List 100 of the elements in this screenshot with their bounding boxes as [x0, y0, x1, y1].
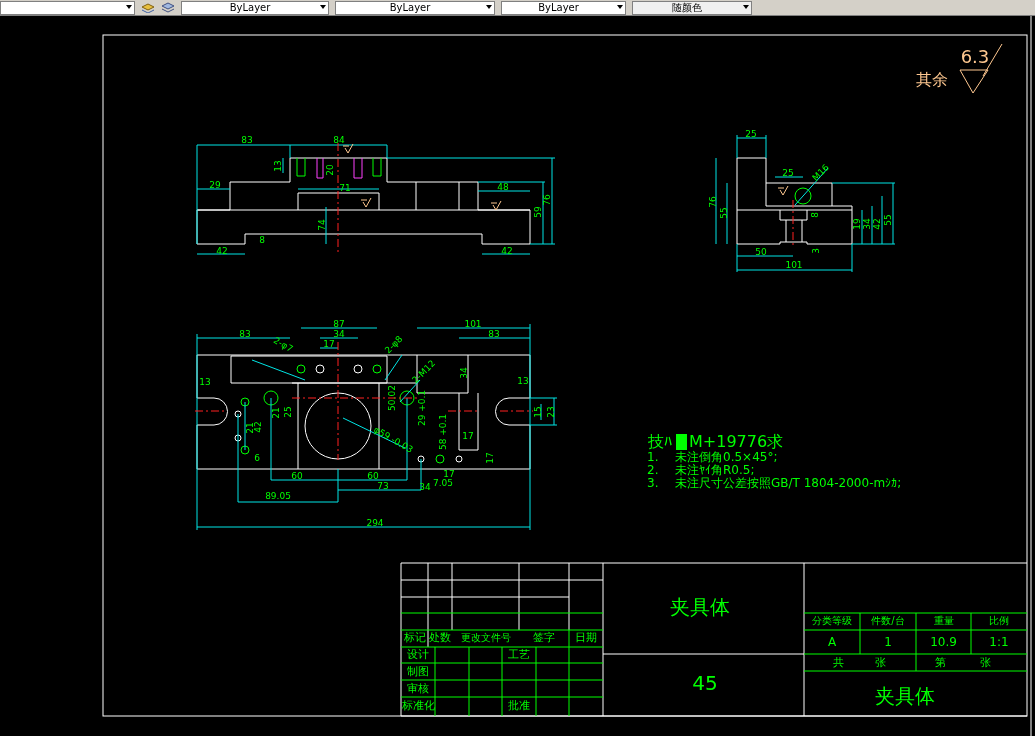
table-cell: 1:1 — [989, 634, 1009, 649]
note-text: 未注尺寸公差按照GB/T 1804-2000-mｼｶ; — [675, 475, 902, 490]
dimension-label: 7.05 — [433, 477, 453, 488]
sheet-label: 张 — [979, 656, 991, 669]
dimension-label: 42 — [216, 245, 228, 256]
dimension-label: 55 — [718, 207, 729, 219]
dimension-label: 8 — [259, 234, 265, 245]
layers-icon[interactable] — [161, 2, 175, 13]
signoff-label: 工艺 — [508, 648, 530, 661]
dropdown[interactable] — [0, 0, 135, 15]
note-text: 未注倒角0.5×45°; — [675, 449, 778, 464]
dimension-label: 8 — [809, 212, 820, 218]
dimension-label: 55 — [882, 214, 893, 226]
dimension-label: 74 — [316, 219, 327, 231]
roughness-label: 其余 — [916, 69, 948, 89]
notes-title: M+19776求 — [689, 431, 784, 451]
dropdown[interactable]: 随颜色 — [632, 0, 752, 15]
table-cell: 10.9 — [930, 634, 957, 649]
dimension-label: 17 — [443, 468, 455, 479]
dimension-label: 20 — [324, 164, 335, 176]
dimension-label: 19 — [851, 218, 862, 230]
table-cell: 1 — [884, 634, 892, 649]
table-header-label: 标记 — [403, 631, 426, 644]
dimension-label: 84 — [333, 134, 345, 145]
dimension-label: 42 — [501, 245, 513, 256]
note-number: 3. — [647, 475, 659, 490]
table-header-label: 更改文件号 — [460, 632, 511, 643]
dimension-label: 15 — [532, 406, 543, 418]
drawing-name: 夹具体 — [875, 683, 935, 708]
dimension-label: 42 — [252, 421, 263, 433]
dimension-label: 13 — [272, 160, 283, 172]
layers-icon[interactable] — [141, 2, 155, 13]
dimension-label: 29 — [209, 179, 221, 190]
part-name: 夹具体 — [670, 594, 730, 619]
dimension-label: 89.05 — [265, 490, 291, 501]
dimension-label: 17 — [484, 452, 495, 464]
dimension-label: 42 — [871, 218, 882, 230]
text-cursor — [676, 434, 687, 450]
table-header-label: 件数/台 — [871, 615, 905, 626]
dimension-label: 2-φ7 — [271, 335, 295, 355]
dimension-label: 59 — [532, 206, 543, 218]
dimension-label: 17 — [323, 338, 335, 349]
dropdown[interactable]: ByLayer — [335, 0, 495, 15]
dimension-label: 76 — [707, 196, 718, 208]
roughness-symbol-icon — [490, 200, 502, 211]
dimension-label: 60 — [291, 470, 303, 481]
dimension-label: 83 — [239, 328, 251, 339]
dropdown[interactable]: ByLayer — [181, 0, 329, 15]
dimension-label: 294 — [366, 517, 384, 528]
dimension-label: 25 — [782, 167, 794, 178]
material-label: 45 — [692, 670, 718, 695]
dimension-label: 50.02 — [386, 385, 397, 411]
dimension-label: 13 — [517, 375, 529, 386]
dimension-label: 73 — [377, 480, 389, 491]
signoff-label: 批准 — [508, 699, 530, 712]
roughness-symbol-icon — [959, 43, 1003, 94]
dimension-label: 50 — [755, 246, 767, 257]
dimension-label: 76 — [541, 194, 552, 206]
dimension-label: 13 — [199, 376, 211, 387]
dimension-label: 3 — [810, 248, 821, 254]
dimension-label: 58 +0.1 — [437, 413, 448, 451]
table-header-label: 日期 — [575, 631, 597, 644]
table-header-label: 处数 — [429, 631, 451, 644]
roughness-value: 6.3 — [960, 46, 990, 67]
roughness-symbol-icon — [777, 185, 789, 196]
dimension-label: 23 — [545, 406, 556, 418]
signoff-label: 标准化 — [401, 699, 435, 712]
dimension-label: 17 — [462, 430, 474, 441]
dimension-label: 83 — [488, 328, 500, 339]
table-header-label: 分类等级 — [812, 615, 852, 626]
dimension-label: 25 — [745, 128, 757, 139]
dimension-label: 34 — [458, 367, 469, 379]
dimension-label: 21 — [270, 407, 281, 419]
dimension-label: 34 — [861, 218, 872, 230]
dimension-label: 25 — [282, 406, 293, 418]
table-header-label: 比例 — [989, 615, 1009, 626]
table-header-label: 重量 — [933, 615, 954, 626]
dimension-label: 83 — [241, 134, 253, 145]
dimension-label: 71 — [339, 182, 351, 193]
signoff-label: 审核 — [407, 682, 429, 695]
sheet-label: 共 — [832, 656, 844, 669]
dropdown[interactable]: ByLayer — [501, 0, 626, 15]
sheet-label: 第 — [934, 656, 946, 669]
dimension-label: 34 — [333, 328, 345, 339]
dimension-label: 21 — [244, 422, 255, 434]
signoff-label: 制图 — [407, 665, 429, 678]
dimension-label: 48 — [497, 181, 509, 192]
dimension-label: 101 — [785, 259, 803, 270]
table-cell: A — [827, 634, 837, 649]
dimension-label: 87 — [333, 318, 345, 329]
signoff-label: 设计 — [407, 648, 429, 661]
note-text: 未注ﾔｲ角R0.5; — [675, 462, 755, 477]
note-number: 1. — [647, 449, 659, 464]
dimension-label: 6 — [254, 452, 260, 463]
sheet-label: 张 — [874, 656, 886, 669]
dimension-label: 29 +0.1 — [416, 389, 427, 427]
dimension-label: 60 — [367, 470, 379, 481]
table-header-label: 签字 — [533, 631, 555, 644]
note-number: 2. — [647, 462, 659, 477]
roughness-symbol-icon — [360, 197, 372, 208]
